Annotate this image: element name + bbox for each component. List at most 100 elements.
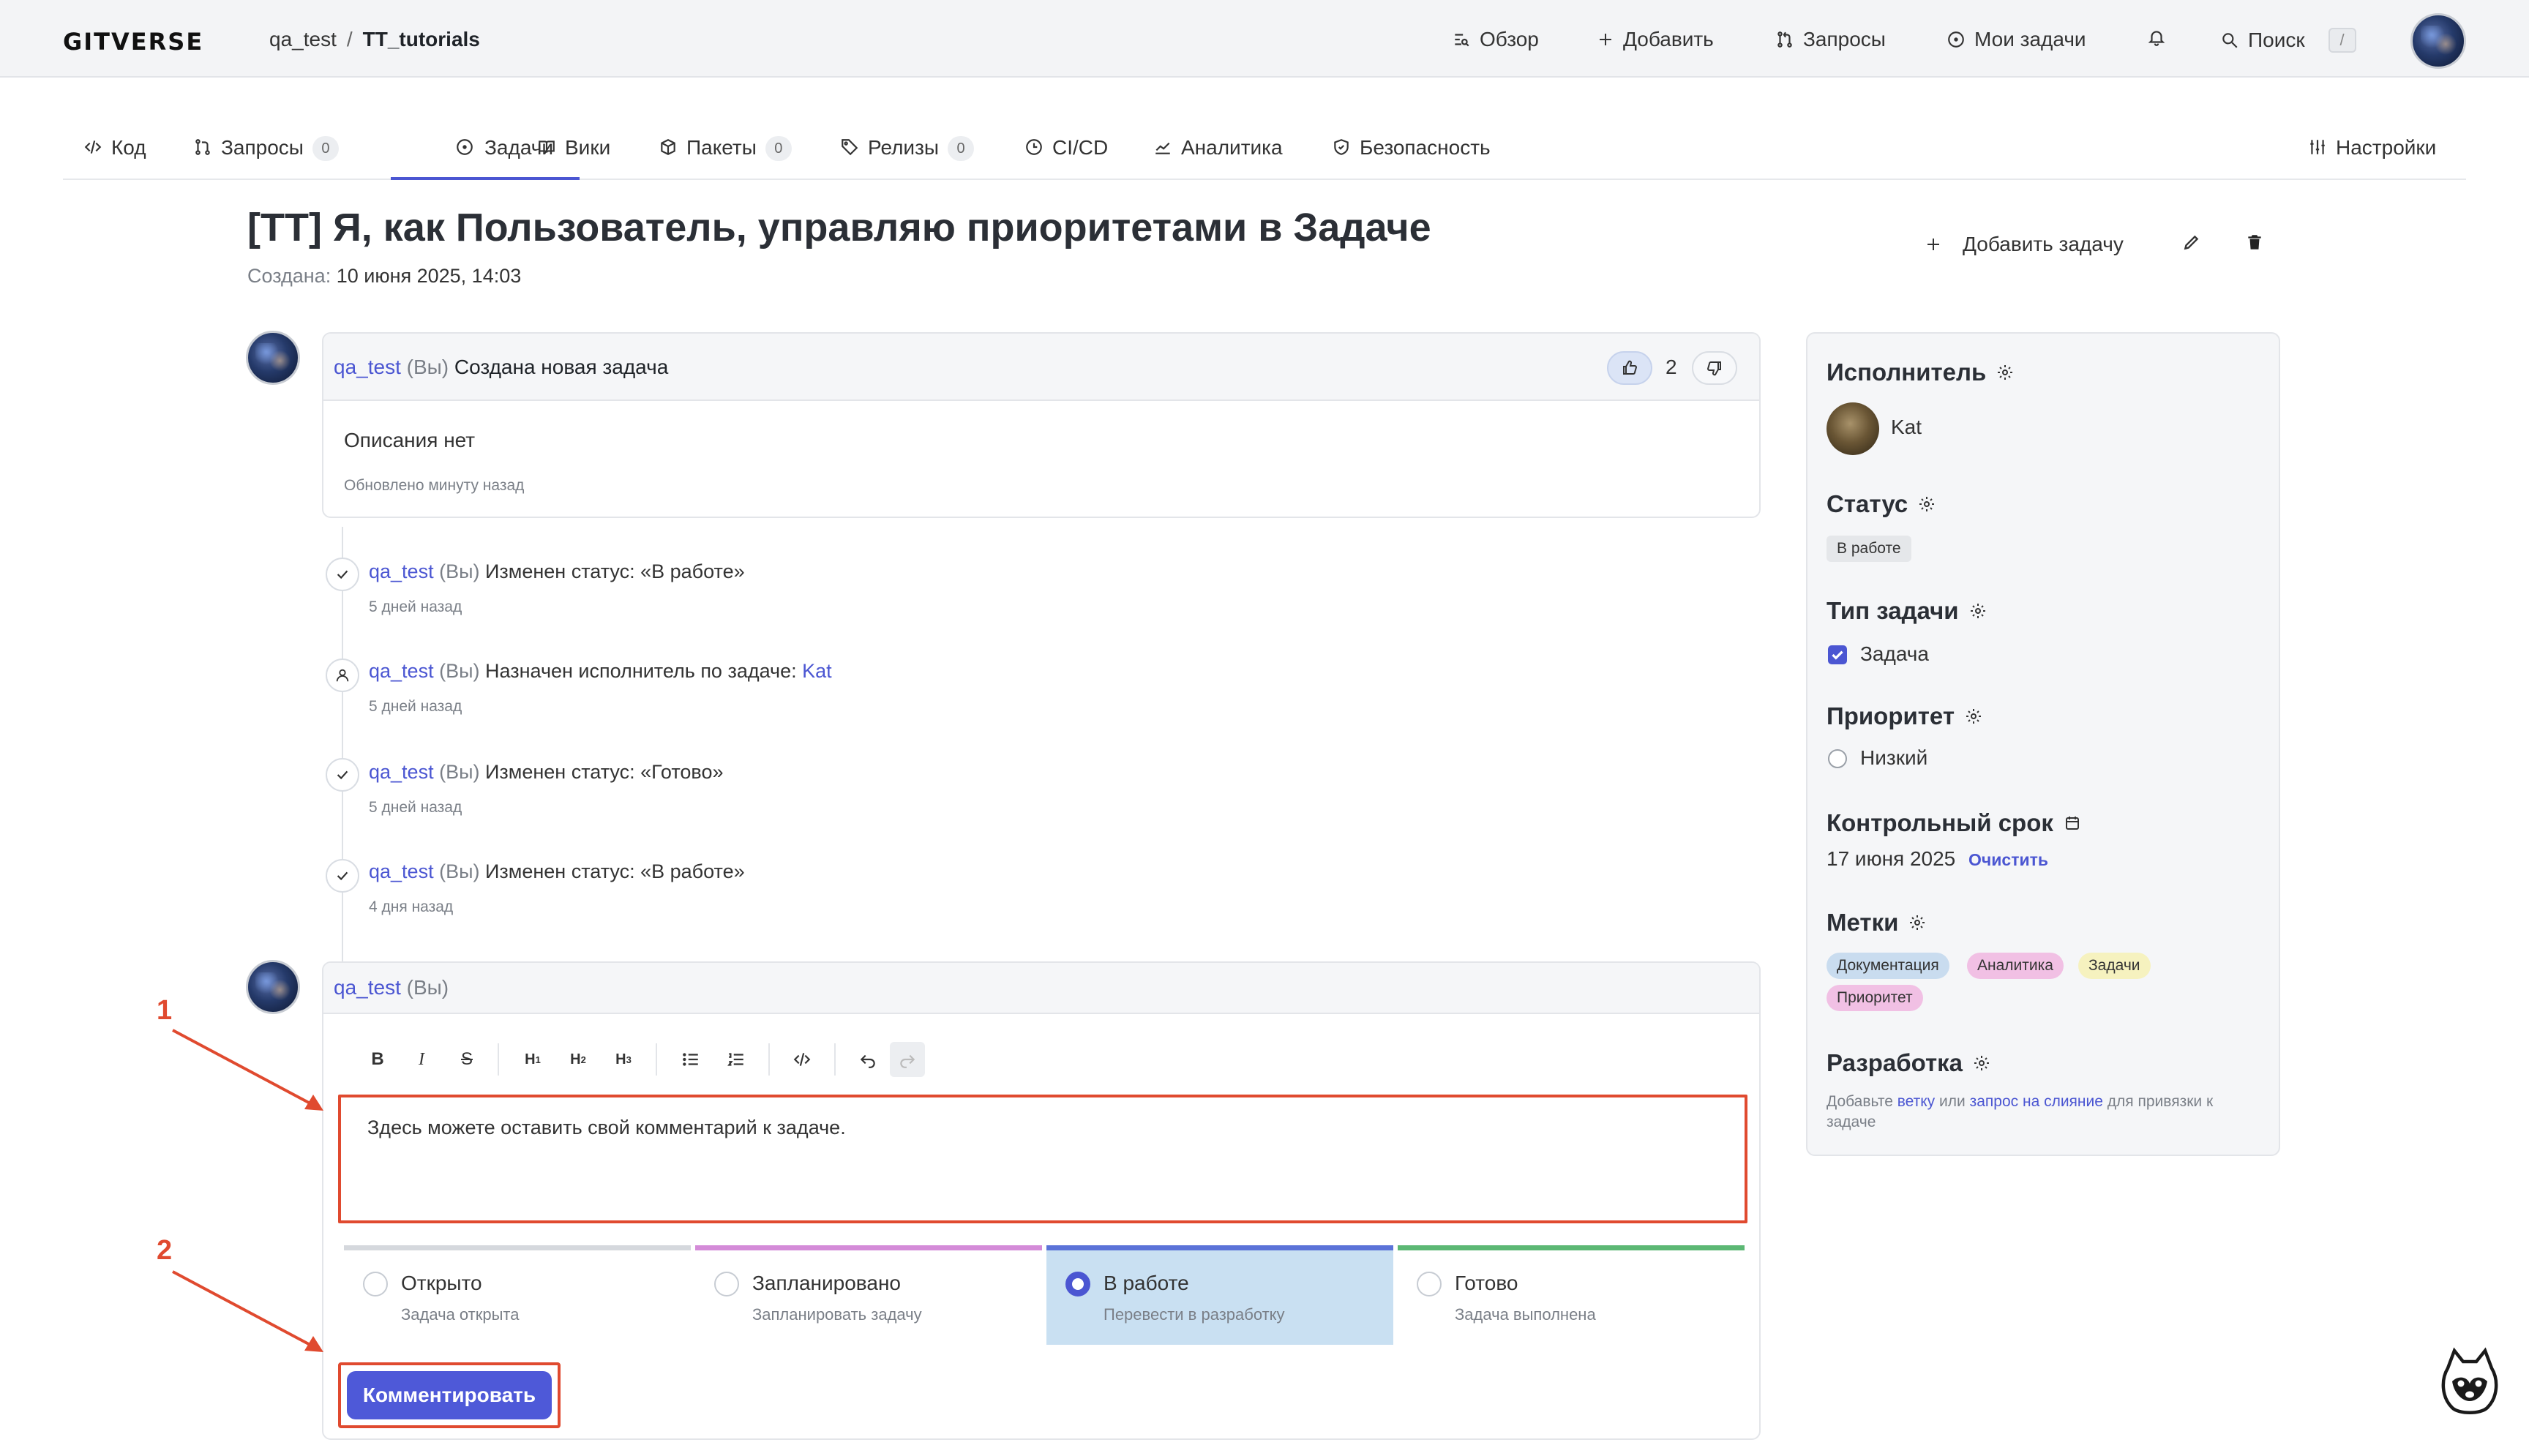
timeline-line — [342, 527, 343, 966]
issue-description-card: qa_test (Вы) Создана новая задача 2 Опис… — [322, 332, 1761, 518]
check-icon — [334, 566, 351, 582]
timeline-event: qa_test (Вы) Изменен статус: «Готово» — [369, 761, 723, 784]
delete-issue-button[interactable] — [2245, 233, 2264, 252]
dislike-button[interactable] — [1692, 351, 1737, 385]
status-radio-selected[interactable] — [1065, 1272, 1090, 1296]
comment-input[interactable]: Здесь можете оставить свой комментарий к… — [338, 1095, 1747, 1223]
status-radio[interactable] — [363, 1272, 388, 1296]
mascot-icon[interactable] — [2437, 1346, 2503, 1416]
redo-button[interactable] — [890, 1042, 925, 1077]
thumbs-down-icon — [1706, 359, 1723, 377]
timeline-user[interactable]: qa_test — [369, 860, 434, 882]
heading2-button[interactable]: H2 — [561, 1042, 596, 1077]
undo-button[interactable] — [850, 1042, 885, 1077]
editor-author-name[interactable]: qa_test — [334, 976, 401, 999]
search-button[interactable]: Поиск / — [2220, 28, 2356, 53]
bold-button[interactable]: B — [360, 1042, 395, 1077]
calendar-icon[interactable] — [2064, 814, 2081, 832]
tab-settings[interactable]: Настройки — [2308, 136, 2436, 180]
created-value: 10 июня 2025, 14:03 — [336, 265, 522, 287]
assignee-name[interactable]: Kat — [1891, 416, 1922, 439]
gear-icon[interactable] — [1965, 708, 1982, 725]
tab-releases-label: Релизы — [868, 136, 940, 159]
package-icon — [659, 136, 678, 158]
nav-overview[interactable]: Обзор — [1452, 28, 1539, 51]
gear-icon[interactable] — [1918, 495, 1936, 513]
like-button[interactable] — [1607, 351, 1652, 385]
heading3-button[interactable]: H3 — [606, 1042, 641, 1077]
tab-releases[interactable]: Релизы 0 — [840, 136, 975, 180]
tab-code[interactable]: Код — [83, 136, 146, 180]
nav-my-tasks[interactable]: Мои задачи — [1947, 28, 2086, 51]
nav-requests[interactable]: Запросы — [1775, 28, 1886, 51]
status-option-open[interactable]: Открыто Задача открыта — [344, 1245, 691, 1345]
timeline-user[interactable]: qa_test — [369, 560, 434, 582]
add-task-button[interactable]: Добавить задачу — [1925, 233, 2124, 256]
tab-packages[interactable]: Пакеты 0 — [659, 136, 792, 180]
tab-analytics[interactable]: Аналитика — [1153, 136, 1283, 180]
tab-cicd[interactable]: CI/CD — [1024, 136, 1108, 180]
comment-author[interactable]: qa_test — [334, 356, 401, 378]
label-tag[interactable]: Приоритет — [1826, 985, 1923, 1011]
tab-wiki[interactable]: Вики — [537, 136, 610, 180]
edit-issue-button[interactable] — [2182, 233, 2201, 252]
italic-button[interactable]: I — [404, 1042, 439, 1077]
status-desc: Задача выполнена — [1455, 1305, 1596, 1324]
label-tag[interactable]: Задачи — [2078, 953, 2151, 979]
tab-cicd-label: CI/CD — [1052, 136, 1109, 159]
gear-icon[interactable] — [1973, 1054, 1990, 1072]
search-icon — [2220, 31, 2239, 50]
priority-heading: Приоритет — [1826, 702, 1982, 730]
editor-avatar[interactable] — [246, 960, 300, 1014]
breadcrumb-owner[interactable]: qa_test — [269, 28, 337, 50]
timeline-event: qa_test (Вы) Изменен статус: «В работе» — [369, 560, 745, 583]
gitverse-logo[interactable]: GITVERSE — [63, 28, 203, 56]
strikethrough-button[interactable]: S — [449, 1042, 484, 1077]
status-desc: Перевести в разработку — [1104, 1305, 1285, 1324]
code-icon — [793, 1050, 812, 1069]
heading1-button[interactable]: H1 — [515, 1042, 550, 1077]
status-radio[interactable] — [714, 1272, 739, 1296]
trash-icon — [2245, 233, 2264, 252]
breadcrumb-separator: / — [346, 28, 353, 50]
dev-branch-link[interactable]: ветку — [1897, 1093, 1935, 1110]
bullet-list-button[interactable] — [673, 1042, 708, 1077]
timeline-user[interactable]: qa_test — [369, 761, 434, 783]
timeline-assignee-link[interactable]: Kat — [802, 660, 832, 682]
status-option-planned[interactable]: Запланировано Запланировать задачу — [695, 1245, 1042, 1345]
dev-merge-request-link[interactable]: запрос на слияние — [1970, 1093, 2103, 1110]
type-title: Тип задачи — [1826, 597, 1959, 624]
issue-icon — [1947, 30, 1966, 49]
dev-text: задаче — [1826, 1114, 1876, 1130]
timeline-text: Назначен исполнитель по задаче: — [485, 660, 797, 682]
comment-submit-button[interactable]: Комментировать — [347, 1371, 552, 1419]
status-option-in-progress[interactable]: В работе Перевести в разработку — [1046, 1245, 1393, 1345]
bell-icon — [2147, 28, 2166, 47]
label-tag[interactable]: Документация — [1826, 953, 1949, 979]
timeline-text: Изменен статус: «В работе» — [485, 560, 745, 582]
status-option-done[interactable]: Готово Задача выполнена — [1398, 1245, 1745, 1345]
tab-code-label: Код — [111, 136, 146, 159]
code-button[interactable] — [784, 1042, 820, 1077]
gear-icon[interactable] — [1969, 602, 1987, 620]
toolbar-divider — [768, 1043, 770, 1076]
gear-icon[interactable] — [1996, 364, 2014, 381]
notifications-button[interactable] — [2147, 28, 2166, 47]
label-tag[interactable]: Аналитика — [1967, 953, 2064, 979]
tab-security[interactable]: Безопасность — [1332, 136, 1491, 180]
assignee-avatar[interactable] — [1826, 402, 1879, 455]
breadcrumb-repo[interactable]: TT_tutorials — [363, 28, 480, 50]
deadline-clear-link[interactable]: Очистить — [1968, 850, 2048, 869]
annotation-arrow — [172, 1270, 323, 1352]
numbered-list-button[interactable] — [719, 1042, 754, 1077]
user-avatar[interactable] — [2410, 13, 2466, 69]
tab-requests[interactable]: Запросы 0 — [193, 136, 339, 180]
gear-icon[interactable] — [1908, 914, 1926, 931]
timeline-user[interactable]: qa_test — [369, 660, 434, 682]
nav-add[interactable]: Добавить — [1597, 28, 1714, 51]
timeline-text: Изменен статус: «В работе» — [485, 860, 745, 882]
comment-avatar[interactable] — [246, 331, 300, 385]
status-radio[interactable] — [1417, 1272, 1442, 1296]
status-bar — [695, 1245, 1042, 1250]
pipeline-icon — [1024, 136, 1044, 158]
